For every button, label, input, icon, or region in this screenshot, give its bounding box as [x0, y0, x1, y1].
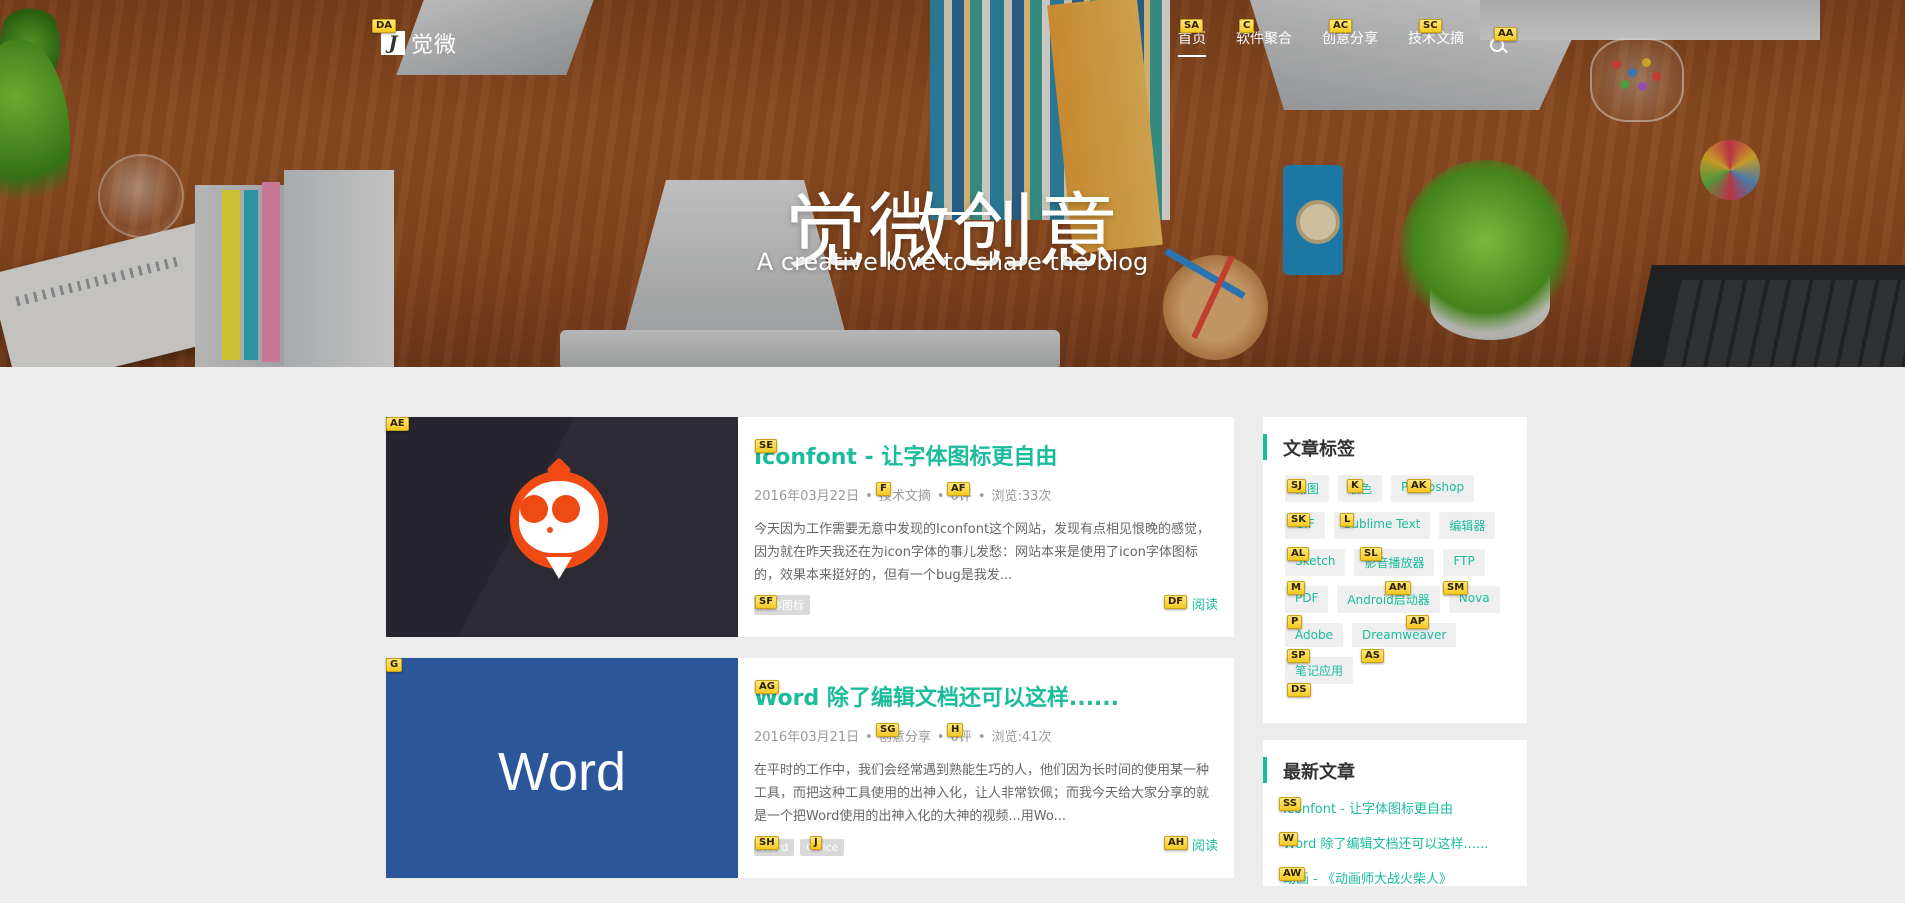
hint-badge: C — [1239, 19, 1255, 33]
logo-text: 觉微 — [411, 33, 458, 58]
hero-banner: J 觉微 首页 软件聚合 创意分享 技术文摘 觉微创意 A creative l… — [0, 0, 1905, 367]
hint-badge: SS — [1279, 797, 1301, 811]
hint-badge: AF — [947, 482, 970, 496]
hint-badge: J — [810, 836, 822, 850]
article-views: 浏览:41次 — [991, 730, 1052, 745]
article-excerpt: 在平时的工作中，我们会经常遇到熟能生巧的人，他们因为长时间的使用某一种工具，而把… — [754, 763, 1210, 824]
article-meta: 2016年03月21日 • 创意分享 • 0评 • 浏览:41次 — [754, 730, 1052, 745]
tag-link[interactable]: 编辑器 — [1439, 512, 1496, 539]
article-card: Iconfont - 让字体图标更自由 2016年03月22日 • 技术文摘 • 0评 •… — [386, 417, 1234, 637]
article-thumbnail[interactable]: Word — [386, 658, 738, 878]
hint-badge: SF — [755, 595, 778, 609]
hint-badge: SP — [1287, 649, 1310, 663]
hint-badge: SA — [1180, 19, 1203, 33]
hint-badge: AK — [1407, 479, 1431, 493]
hint-badge: AM — [1385, 581, 1411, 595]
hint-badge: AG — [755, 680, 779, 694]
article-views: 浏览:33次 — [991, 489, 1052, 504]
hint-badge: AE — [386, 417, 409, 431]
article-date: 2016年03月21日 — [754, 730, 860, 745]
hint-badge: L — [1340, 513, 1355, 527]
hint-badge: SM — [1443, 581, 1469, 595]
tag-link[interactable]: Dreamweaver — [1351, 623, 1457, 647]
hint-badge: F — [876, 482, 891, 496]
article-title[interactable]: Word 除了编辑文档还可以这样...... — [754, 680, 1218, 712]
article-meta: 2016年03月22日 • 技术文摘 • 0评 • 浏览:33次 — [754, 489, 1052, 504]
recent-posts-widget: 最新文章 Iconfont - 让字体图标更自由 Word 除了编辑文档还可以这… — [1263, 740, 1527, 887]
hint-badge: AH — [1164, 836, 1189, 850]
hint-badge: AC — [1329, 19, 1353, 33]
article-title[interactable]: Iconfont - 让字体图标更自由 — [754, 439, 1218, 471]
hint-badge: M — [1287, 581, 1305, 595]
article-date: 2016年03月22日 — [754, 489, 860, 504]
hint-badge: G — [386, 658, 403, 672]
article-thumbnail[interactable] — [386, 417, 738, 637]
widget-title: 文章标签 — [1263, 434, 1527, 461]
hint-badge: SH — [755, 836, 779, 850]
read-more-link[interactable]: 阅读 — [1192, 594, 1218, 613]
article-body: Iconfont - 让字体图标更自由 2016年03月22日 • 技术文摘 • 0评 •… — [738, 417, 1234, 637]
word-logo-text: Word — [497, 742, 627, 802]
hint-badge: AA — [1494, 27, 1518, 41]
recent-posts-list: Iconfont - 让字体图标更自由 Word 除了编辑文档还可以这样....… — [1263, 784, 1527, 903]
hint-badge: DA — [372, 19, 397, 33]
hint-badge: AL — [1287, 547, 1310, 561]
hint-badge: H — [947, 723, 964, 737]
hint-badge: AW — [1279, 867, 1306, 881]
hint-badge: DS — [1287, 683, 1311, 697]
iconfont-logo-icon — [510, 457, 608, 579]
hint-badge: SJ — [1287, 479, 1306, 493]
read-more-link[interactable]: 阅读 — [1192, 835, 1218, 854]
tags-widget: 文章标签 截图 取色 Photoshop GIF Sublime Text 编辑… — [1263, 417, 1527, 723]
hint-badge: SC — [1419, 19, 1442, 33]
hint-badge: SG — [876, 723, 900, 737]
recent-post-link[interactable]: Word 除了编辑文档还可以这样...... — [1283, 833, 1527, 868]
hint-badge: P — [1287, 615, 1303, 629]
hint-badge: SK — [1287, 513, 1310, 527]
hint-badge: DF — [1164, 595, 1188, 609]
hint-badge: SL — [1360, 547, 1382, 561]
hero-subtitle: A creative love to share the blog — [756, 247, 1149, 276]
hint-badge: W — [1279, 832, 1299, 846]
widget-title: 最新文章 — [1263, 757, 1527, 784]
tag-link[interactable]: Photoshop — [1391, 475, 1475, 502]
hero-divider — [913, 212, 993, 215]
tag-link[interactable]: FTP — [1443, 549, 1485, 576]
recent-post-link[interactable]: Iconfont - 让字体图标更自由 — [1283, 798, 1527, 833]
hint-badge: AS — [1361, 649, 1384, 663]
hint-badge: SE — [755, 439, 778, 453]
article-excerpt: 今天因为工作需要无意中发现的Iconfont这个网站，发现有点相见恨晚的感觉，因… — [754, 522, 1211, 583]
hint-badge: AP — [1406, 615, 1430, 629]
hint-badge: K — [1347, 479, 1363, 493]
logo-mark: J — [381, 31, 405, 55]
article-tag[interactable]: Office — [800, 839, 845, 856]
